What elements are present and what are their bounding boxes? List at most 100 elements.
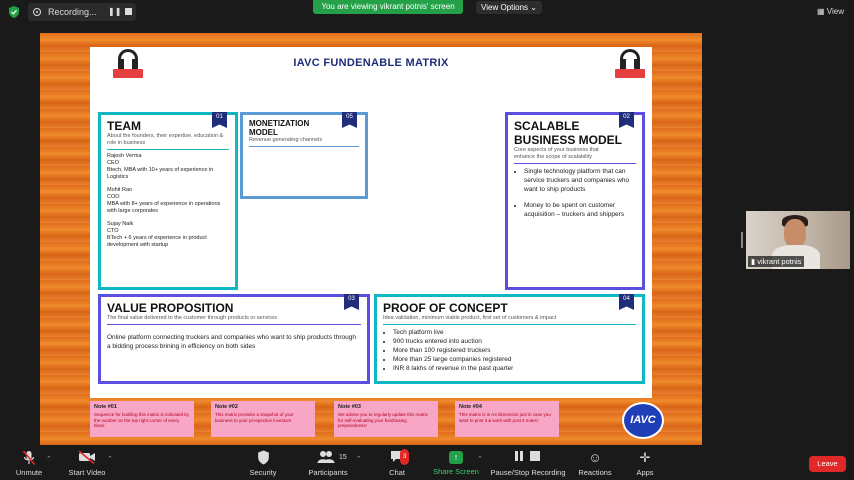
list-item: More than 25 large companies registered (393, 355, 636, 364)
view-options-button[interactable]: View Options ⌄ (476, 1, 542, 14)
security-button[interactable]: Security (248, 450, 278, 477)
list-item: More than 100 registered truckers (393, 346, 636, 355)
pause-icon[interactable]: ❚❚ (108, 7, 121, 17)
block-number: 05 (342, 112, 357, 128)
value-proposition-block: 03 VALUE PROPOSITION The final value del… (98, 294, 370, 384)
sticky-note: Note #01 Sequence for building this matr… (90, 401, 194, 437)
member-role: CEO (107, 160, 119, 166)
drag-handle-icon[interactable] (741, 232, 743, 248)
participant-name-label: ▮ vikrant potnis (748, 256, 805, 267)
note-body: This matrix provides a snapshot of your … (215, 412, 294, 423)
block-title: VALUE PROPOSITION (107, 301, 234, 315)
participants-count: 15 (339, 454, 347, 461)
monetization-block: 05 MONETIZATION MODEL Revenue generating… (240, 112, 368, 199)
security-label: Security (249, 468, 277, 477)
participants-button[interactable]: 15 Participants (306, 450, 350, 477)
chevron-up-icon[interactable]: ⌃ (477, 455, 483, 463)
sticky-note: Note #03 We advise you to regularly upda… (334, 401, 438, 437)
chat-icon: 3 (386, 449, 410, 466)
list-item: INR 8 lakhs of revenue in the past quart… (393, 364, 636, 373)
shield-icon[interactable] (8, 6, 20, 18)
block-title: SCALABLE BUSINESS MODEL (514, 119, 623, 147)
sticky-note: Note #02 This matrix provides a snapshot… (211, 401, 315, 437)
smiley-plus-icon: ☺ (588, 450, 602, 465)
proof-of-concept-block: 04 PROOF OF CONCEPT Idea validation, min… (374, 294, 645, 384)
divider (107, 324, 361, 325)
list-item: 900 trucks entered into auction (393, 337, 636, 346)
bullet-list: Single technology platform that can serv… (514, 167, 636, 219)
view-button[interactable]: ▦ View (817, 7, 844, 16)
list-item: Money to be spent on customer acquisitio… (524, 201, 636, 219)
chevron-up-icon[interactable]: ⌃ (356, 455, 362, 463)
block-title: MONETIZATION MODEL (249, 119, 310, 137)
member-detail: BTech + 6 years of experience in product… (107, 235, 207, 248)
note-title: Note #01 (94, 404, 117, 410)
viewing-banner: You are viewing vikrant potnis' screen (313, 0, 463, 14)
list-item: Single technology platform that can serv… (524, 167, 636, 194)
slide-canvas: IAVC FUNDENABLE MATRIX 01 TEAM About the… (90, 47, 652, 398)
block-subtitle: About the founders, their expertise, edu… (107, 133, 224, 146)
member-role: COO (107, 194, 120, 200)
view-label: View (826, 7, 844, 16)
leave-button[interactable]: Leave (809, 456, 846, 472)
person-face (784, 219, 806, 247)
note-body: This matrix is in A3 dimension just in c… (459, 412, 551, 423)
list-item: Tech platform live (393, 328, 636, 337)
block-subtitle: Core aspects of your business that enhan… (514, 147, 599, 160)
shared-screen: IAVC FUNDENABLE MATRIX 01 TEAM About the… (40, 33, 702, 445)
apps-label: Apps (636, 468, 654, 477)
start-video-label: Start Video (68, 468, 106, 477)
divider (383, 324, 636, 325)
block-title: TEAM (107, 119, 141, 133)
share-screen-label: Share Screen (433, 467, 479, 476)
stop-icon[interactable] (125, 8, 132, 15)
participant-name: vikrant potnis (757, 257, 802, 266)
team-member: Sujay Naik CTO BTech + 6 years of experi… (107, 221, 229, 249)
note-body: We advise you to regularly update this m… (338, 412, 428, 428)
participant-video[interactable]: ▮ vikrant potnis (746, 211, 850, 269)
member-detail: Btech, MBA with 10+ years of experience … (107, 167, 214, 180)
block-subtitle: Revenue generating channels (249, 137, 323, 143)
bullet-list: Tech platform live 900 trucks entered in… (383, 328, 636, 373)
recording-icon (33, 8, 41, 16)
reactions-button[interactable]: ☺ Reactions (577, 450, 613, 477)
iavc-logo: IAVC (622, 402, 664, 439)
team-member: Rajesh Verma CEO Btech, MBA with 10+ yea… (107, 153, 229, 181)
pause-stop-icon (490, 450, 566, 466)
unmute-button[interactable]: Unmute (14, 450, 44, 477)
member-name: Mohit Rao (107, 187, 133, 193)
divider (107, 149, 229, 150)
microphone-muted-icon (14, 450, 44, 466)
divider (249, 146, 359, 147)
member-detail: MBA with 8+ years of experience in opera… (107, 201, 221, 214)
chevron-up-icon[interactable]: ⌃ (107, 455, 113, 463)
chevron-up-icon[interactable]: ⌃ (46, 455, 52, 463)
note-title: Note #03 (338, 404, 361, 410)
chat-badge: 3 (400, 449, 410, 465)
team-block: 01 TEAM About the founders, their expert… (98, 112, 238, 290)
view-options-label: View Options (481, 3, 529, 12)
recording-control-label: Pause/Stop Recording (490, 468, 566, 477)
block-subtitle: The final value delivered to the custome… (107, 315, 277, 321)
chat-button[interactable]: 3 Chat (386, 449, 410, 477)
member-name: Sujay Naik (107, 221, 134, 227)
recording-indicator: Recording... ❚❚ (28, 3, 136, 21)
team-member: Mohit Rao COO MBA with 8+ years of exper… (107, 187, 229, 215)
meeting-toolbar: Unmute ⌃ Start Video ⌃ Security 15 Parti… (0, 447, 854, 480)
apps-button[interactable]: ✛ Apps (634, 450, 656, 477)
share-screen-button[interactable]: ↑ Share Screen (433, 450, 479, 476)
video-off-icon (66, 450, 108, 466)
meeting-top-bar: Recording... ❚❚ You are viewing vikrant … (0, 0, 854, 24)
shield-icon (248, 450, 278, 466)
unmute-label: Unmute (15, 468, 43, 477)
slide-title: IAVC FUNDENABLE MATRIX (293, 57, 449, 69)
participants-icon: 15 (306, 450, 350, 466)
reactions-label: Reactions (578, 468, 612, 477)
block-body: Online platform connecting truckers and … (107, 334, 356, 350)
participants-label: Participants (308, 468, 348, 477)
pause-stop-recording-button[interactable]: Pause/Stop Recording (490, 450, 566, 477)
chat-label: Chat (389, 468, 405, 477)
start-video-button[interactable]: Start Video (66, 450, 108, 477)
note-body: Sequence for building this matrix is ind… (94, 412, 190, 428)
note-title: Note #04 (459, 404, 482, 410)
